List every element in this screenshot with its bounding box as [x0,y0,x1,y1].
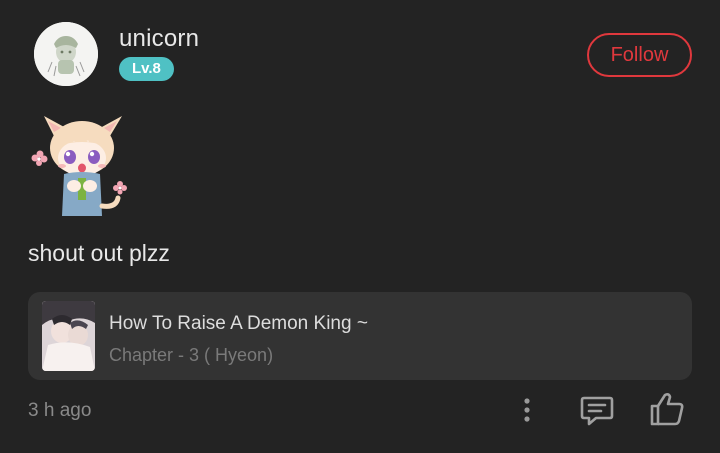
manga-chapter-label: Chapter - 3 ( Hyeon) [109,345,274,365]
level-badge: Lv.8 [119,57,174,81]
more-vertical-icon[interactable] [516,395,538,427]
comment-timestamp: 3 h ago [28,400,92,421]
follow-button[interactable]: Follow [587,33,692,77]
manga-chapter-card[interactable]: How To Raise A Demon King ~ Chapter - 3 … [28,292,692,380]
user-avatar[interactable] [34,22,98,86]
manga-cover-image [42,301,95,371]
thumbs-up-icon[interactable] [647,390,687,428]
comment-reply-icon[interactable] [578,392,616,428]
username[interactable]: unicorn [119,25,199,53]
manga-title: How To Raise A Demon King ~ [109,313,368,334]
chibi-cat-sticker [30,108,134,222]
avatar-image [34,22,98,86]
comment-text: shout out plzz [28,240,170,266]
